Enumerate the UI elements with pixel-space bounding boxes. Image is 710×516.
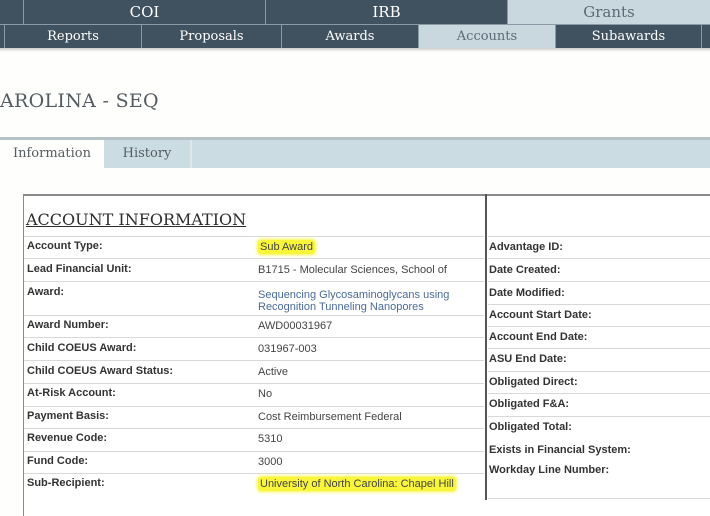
top-nav-tab-grants[interactable]: Grants xyxy=(508,0,710,24)
row-divider xyxy=(488,393,710,394)
field-label: Obligated Direct: xyxy=(489,376,578,388)
sub-nav-tab-reports[interactable]: Reports xyxy=(5,25,142,48)
row-divider xyxy=(488,236,710,237)
field-label: Payment Basis: xyxy=(27,410,109,422)
row-divider xyxy=(24,428,484,429)
row-divider xyxy=(488,416,710,417)
field-label: Account Start Date: xyxy=(489,309,592,321)
field-label: Obligated Total: xyxy=(489,421,572,433)
row-divider xyxy=(24,337,484,338)
field-value: Active xyxy=(258,366,288,378)
row-divider xyxy=(24,315,484,316)
row-divider xyxy=(24,236,484,237)
sub-nav: Reports Proposals Awards Accounts Subawa… xyxy=(0,24,710,48)
row-divider xyxy=(488,258,710,259)
field-label: Award: xyxy=(27,286,65,298)
row-divider xyxy=(488,304,710,305)
row-divider xyxy=(488,371,710,372)
field-value: 3000 xyxy=(258,456,283,468)
page-title: AROLINA - SEQ xyxy=(0,90,159,112)
field-label: Date Created: xyxy=(489,264,561,276)
field-label: Advantage ID: xyxy=(489,241,563,253)
field-value: Sub Award xyxy=(258,240,316,254)
sub-nav-tab-subawards[interactable]: Subawards xyxy=(556,25,702,48)
field-label: Award Number: xyxy=(27,319,109,331)
field-value: AWD00031967 xyxy=(258,320,333,332)
field-value: Cost Reimbursement Federal xyxy=(258,411,402,423)
field-label: ASU End Date: xyxy=(489,353,567,365)
detail-tabs: Information History xyxy=(0,137,710,168)
row-divider xyxy=(488,281,710,282)
field-label: Obligated F&A: xyxy=(489,398,570,410)
row-divider xyxy=(24,360,484,361)
field-label: Sub-Recipient: xyxy=(27,477,105,489)
field-label: Exists in Financial System: xyxy=(489,444,631,456)
top-nav-tab-coi[interactable]: COI xyxy=(24,0,266,24)
field-label: Lead Financial Unit: xyxy=(27,263,132,275)
field-value: 031967-003 xyxy=(258,343,317,355)
field-value: University of North Carolina: Chapel Hil… xyxy=(258,477,456,491)
top-nav-tab-irb[interactable]: IRB xyxy=(266,0,508,24)
field-label: Child COEUS Award: xyxy=(27,342,137,354)
award-link[interactable]: Sequencing Glycosaminoglycans using Reco… xyxy=(258,289,468,313)
section-heading: ACCOUNT INFORMATION xyxy=(26,210,247,229)
row-divider xyxy=(24,406,484,407)
field-label: Fund Code: xyxy=(27,455,89,467)
field-label: Child COEUS Award Status: xyxy=(27,365,174,377)
row-divider xyxy=(24,473,484,474)
field-label: Account Type: xyxy=(27,240,103,252)
sub-nav-tab-proposals[interactable]: Proposals xyxy=(142,25,282,48)
column-divider xyxy=(485,194,487,500)
top-nav: COI IRB Grants xyxy=(0,0,710,24)
row-divider xyxy=(488,348,710,349)
row-divider xyxy=(24,258,484,259)
field-label: At-Risk Account: xyxy=(27,387,116,399)
field-label: Revenue Code: xyxy=(27,432,108,444)
tab-information[interactable]: Information xyxy=(0,140,104,168)
field-label: Date Modified: xyxy=(489,287,565,299)
highlighted-value: Sub Award xyxy=(258,240,316,254)
highlighted-value: University of North Carolina: Chapel Hil… xyxy=(258,477,456,491)
field-value: 5310 xyxy=(258,433,283,445)
field-label: Workday Line Number: xyxy=(489,464,610,476)
row-divider xyxy=(24,281,484,282)
tab-history[interactable]: History xyxy=(104,140,192,168)
nav-shadow xyxy=(0,48,710,52)
field-label: Account End Date: xyxy=(489,331,588,343)
row-divider xyxy=(24,383,484,384)
row-divider xyxy=(488,498,710,499)
row-divider xyxy=(488,326,710,327)
sub-nav-tab-accounts[interactable]: Accounts xyxy=(419,25,556,48)
field-value: No xyxy=(258,388,273,400)
top-nav-tab-hidden[interactable] xyxy=(0,0,24,24)
field-value: B1715 - Molecular Sciences, School of xyxy=(258,264,447,276)
sub-nav-tab-awards[interactable]: Awards xyxy=(282,25,419,48)
row-divider xyxy=(24,451,484,452)
